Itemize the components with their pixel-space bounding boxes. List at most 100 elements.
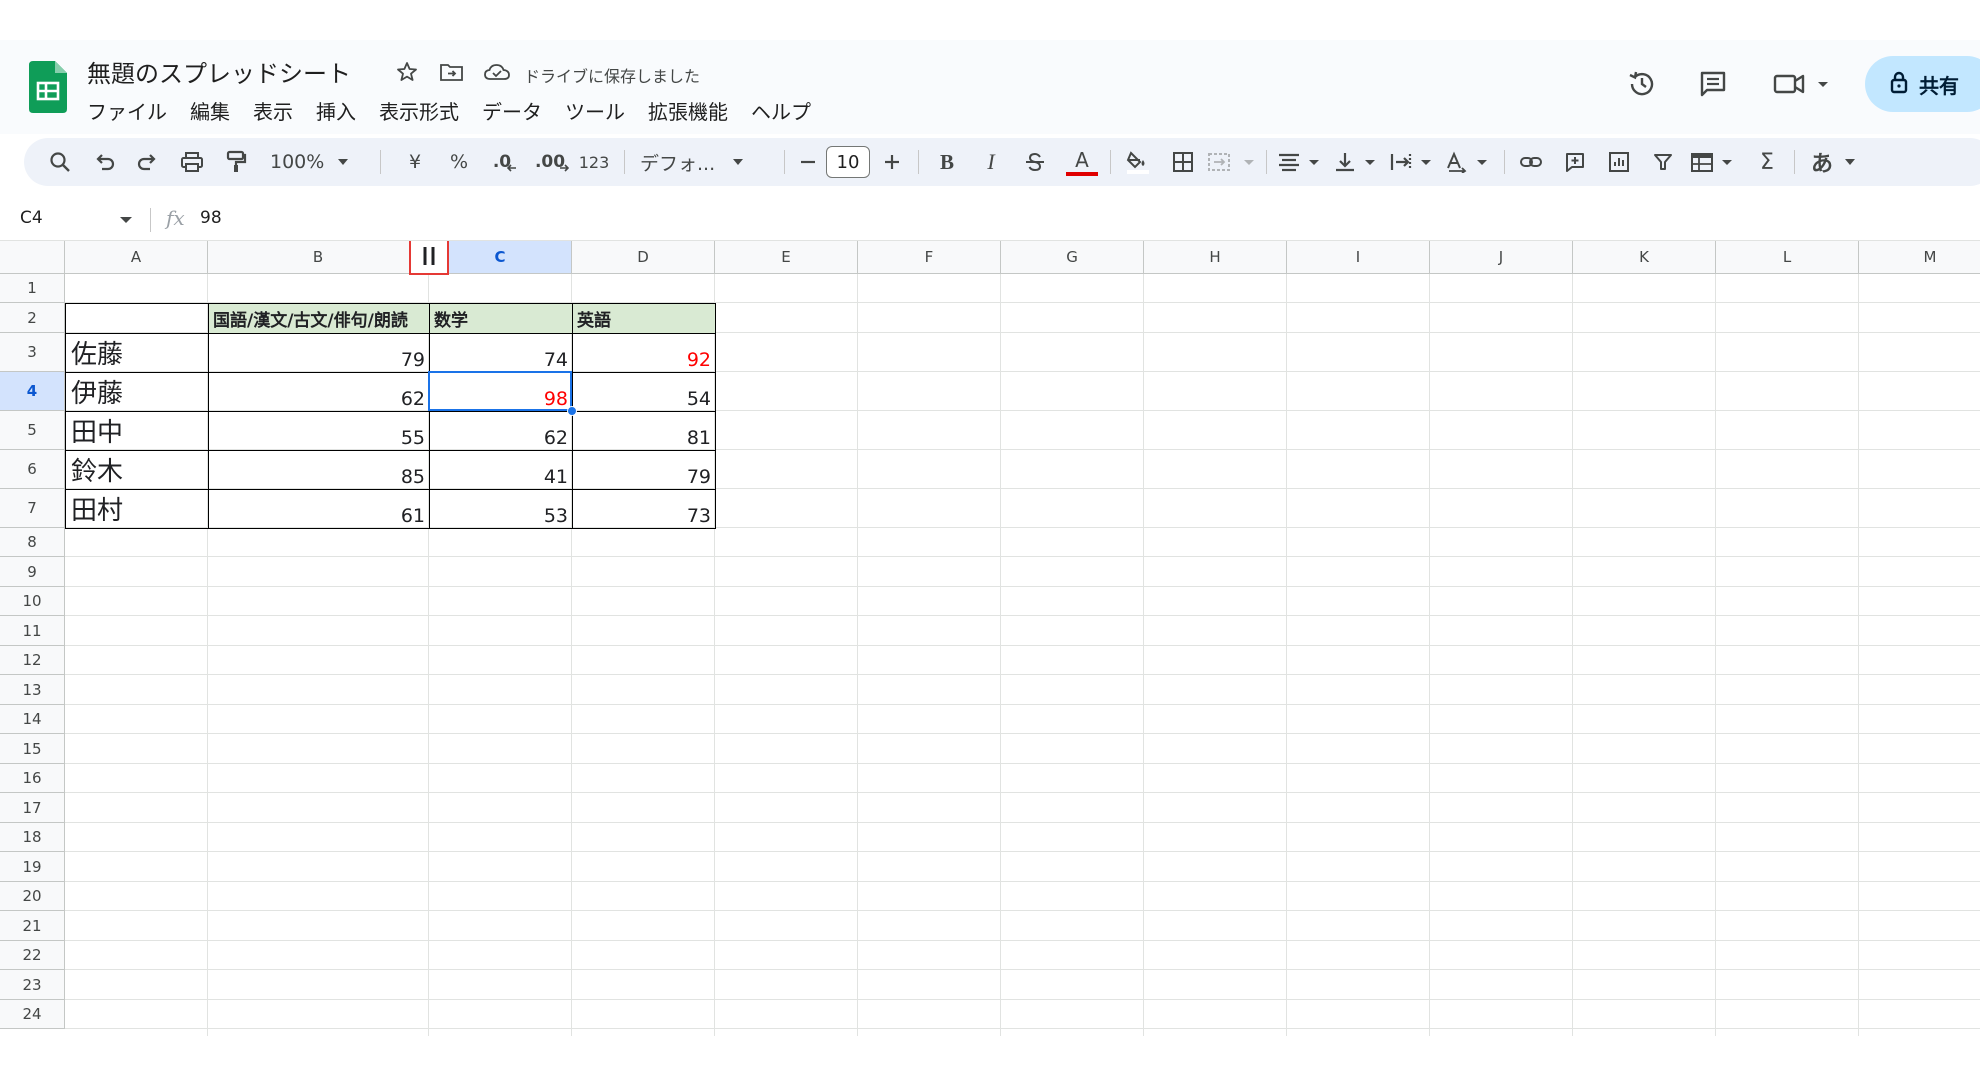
text-wrapping-icon[interactable] [1388,138,1440,186]
share-button[interactable]: 共有 [1865,56,1980,112]
font-family-select[interactable]: デフォ... [636,138,780,186]
insert-chart-icon[interactable] [1602,138,1636,186]
score-cell[interactable]: 79 [572,450,716,490]
name-box-dropdown-icon[interactable] [118,214,134,226]
input-tools-select[interactable]: あ [1804,138,1864,186]
column-header-i[interactable]: I [1287,241,1430,274]
row-header-6[interactable]: 6 [0,450,65,489]
column-header-j[interactable]: J [1430,241,1573,274]
row-header-23[interactable]: 23 [0,970,65,1000]
table-header-cell[interactable]: 英語 [572,303,716,334]
formula-input[interactable]: 98 [200,208,222,228]
fill-handle[interactable] [567,406,577,416]
menu-file[interactable]: ファイル [87,96,167,125]
score-cell[interactable]: 61 [208,489,430,529]
functions-icon[interactable]: Σ [1750,138,1784,186]
merge-cells-icon[interactable] [1206,138,1260,186]
column-header-a[interactable]: A [65,241,208,274]
student-name-cell[interactable]: 伊藤 [65,372,209,412]
increase-font-size-icon[interactable] [876,138,908,186]
score-cell[interactable]: 92 [572,333,716,373]
student-name-cell[interactable]: 田村 [65,489,209,529]
row-header-8[interactable]: 8 [0,528,65,557]
row-header-15[interactable]: 15 [0,734,65,764]
column-header-d[interactable]: D [572,241,715,274]
text-color-button[interactable]: A [1064,138,1100,186]
print-icon[interactable] [176,138,208,186]
column-resize-handle[interactable] [409,241,449,275]
row-header-16[interactable]: 16 [0,764,65,793]
row-header-1[interactable]: 1 [0,274,65,303]
column-header-m[interactable]: M [1859,241,1980,274]
score-cell[interactable]: 62 [429,411,573,451]
insert-comment-icon[interactable] [1558,138,1592,186]
column-header-l[interactable]: L [1716,241,1859,274]
menu-data[interactable]: データ [482,96,542,125]
fill-color-icon[interactable] [1120,138,1156,186]
font-size-input[interactable]: 10 [824,138,872,186]
bold-button[interactable]: B [930,138,964,186]
score-cell[interactable]: 74 [429,333,573,373]
menu-edit[interactable]: 編集 [190,96,230,125]
row-header-13[interactable]: 13 [0,675,65,705]
row-header-2[interactable]: 2 [0,303,65,333]
move-folder-icon[interactable] [436,56,468,88]
student-name-cell[interactable]: 田中 [65,411,209,451]
score-cell[interactable]: 53 [429,489,573,529]
strikethrough-icon[interactable] [1018,138,1052,186]
currency-format-button[interactable]: ¥ [398,138,432,186]
score-cell[interactable]: 41 [429,450,573,490]
column-header-f[interactable]: F [858,241,1001,274]
zoom-select[interactable]: 100% [270,138,370,186]
column-header-k[interactable]: K [1573,241,1716,274]
table-header-cell[interactable]: 数学 [429,303,573,334]
menu-insert[interactable]: 挿入 [316,96,356,125]
student-name-cell[interactable]: 鈴木 [65,450,209,490]
column-header-e[interactable]: E [715,241,858,274]
menu-format[interactable]: 表示形式 [379,96,459,125]
menu-view[interactable]: 表示 [253,96,293,125]
row-header-21[interactable]: 21 [0,911,65,941]
score-cell[interactable]: 73 [572,489,716,529]
number-format-button[interactable]: 123 [574,138,614,186]
row-header-22[interactable]: 22 [0,941,65,970]
row-header-14[interactable]: 14 [0,705,65,734]
column-header-g[interactable]: G [1001,241,1144,274]
row-header-19[interactable]: 19 [0,852,65,882]
score-cell[interactable]: 62 [208,372,430,412]
column-header-h[interactable]: H [1144,241,1287,274]
score-cell[interactable]: 55 [208,411,430,451]
row-header-7[interactable]: 7 [0,489,65,528]
table-view-icon[interactable] [1688,138,1744,186]
vertical-align-icon[interactable] [1332,138,1384,186]
student-name-cell[interactable]: 佐藤 [65,333,209,373]
row-header-4[interactable]: 4 [0,372,65,411]
score-cell[interactable]: 54 [572,372,716,412]
comments-icon[interactable] [1693,64,1733,104]
text-rotation-icon[interactable] [1444,138,1496,186]
decrease-decimal-button[interactable]: .0 [486,138,524,186]
menu-help[interactable]: ヘルプ [751,96,811,125]
borders-icon[interactable] [1166,138,1200,186]
row-header-17[interactable]: 17 [0,793,65,823]
star-icon[interactable] [391,56,423,88]
score-cell[interactable]: 85 [208,450,430,490]
name-box[interactable]: C4 [20,208,43,228]
column-header-c[interactable]: C [429,241,572,274]
score-cell[interactable]: 98 [429,372,573,412]
menu-extensions[interactable]: 拡張機能 [648,96,728,125]
row-header-11[interactable]: 11 [0,616,65,646]
decrease-font-size-icon[interactable] [792,138,824,186]
document-title[interactable]: 無題のスプレッドシート [87,54,351,89]
row-header-5[interactable]: 5 [0,411,65,450]
score-cell[interactable]: 81 [572,411,716,451]
row-header-3[interactable]: 3 [0,333,65,372]
row-header-18[interactable]: 18 [0,823,65,852]
menu-tools[interactable]: ツール [565,96,625,125]
increase-decimal-button[interactable]: .00 [532,138,572,186]
percent-format-button[interactable]: % [442,138,476,186]
meet-call-icon[interactable] [1769,64,1839,104]
sheets-logo-icon[interactable] [29,61,67,113]
insert-link-icon[interactable] [1514,138,1548,186]
version-history-icon[interactable] [1622,64,1662,104]
